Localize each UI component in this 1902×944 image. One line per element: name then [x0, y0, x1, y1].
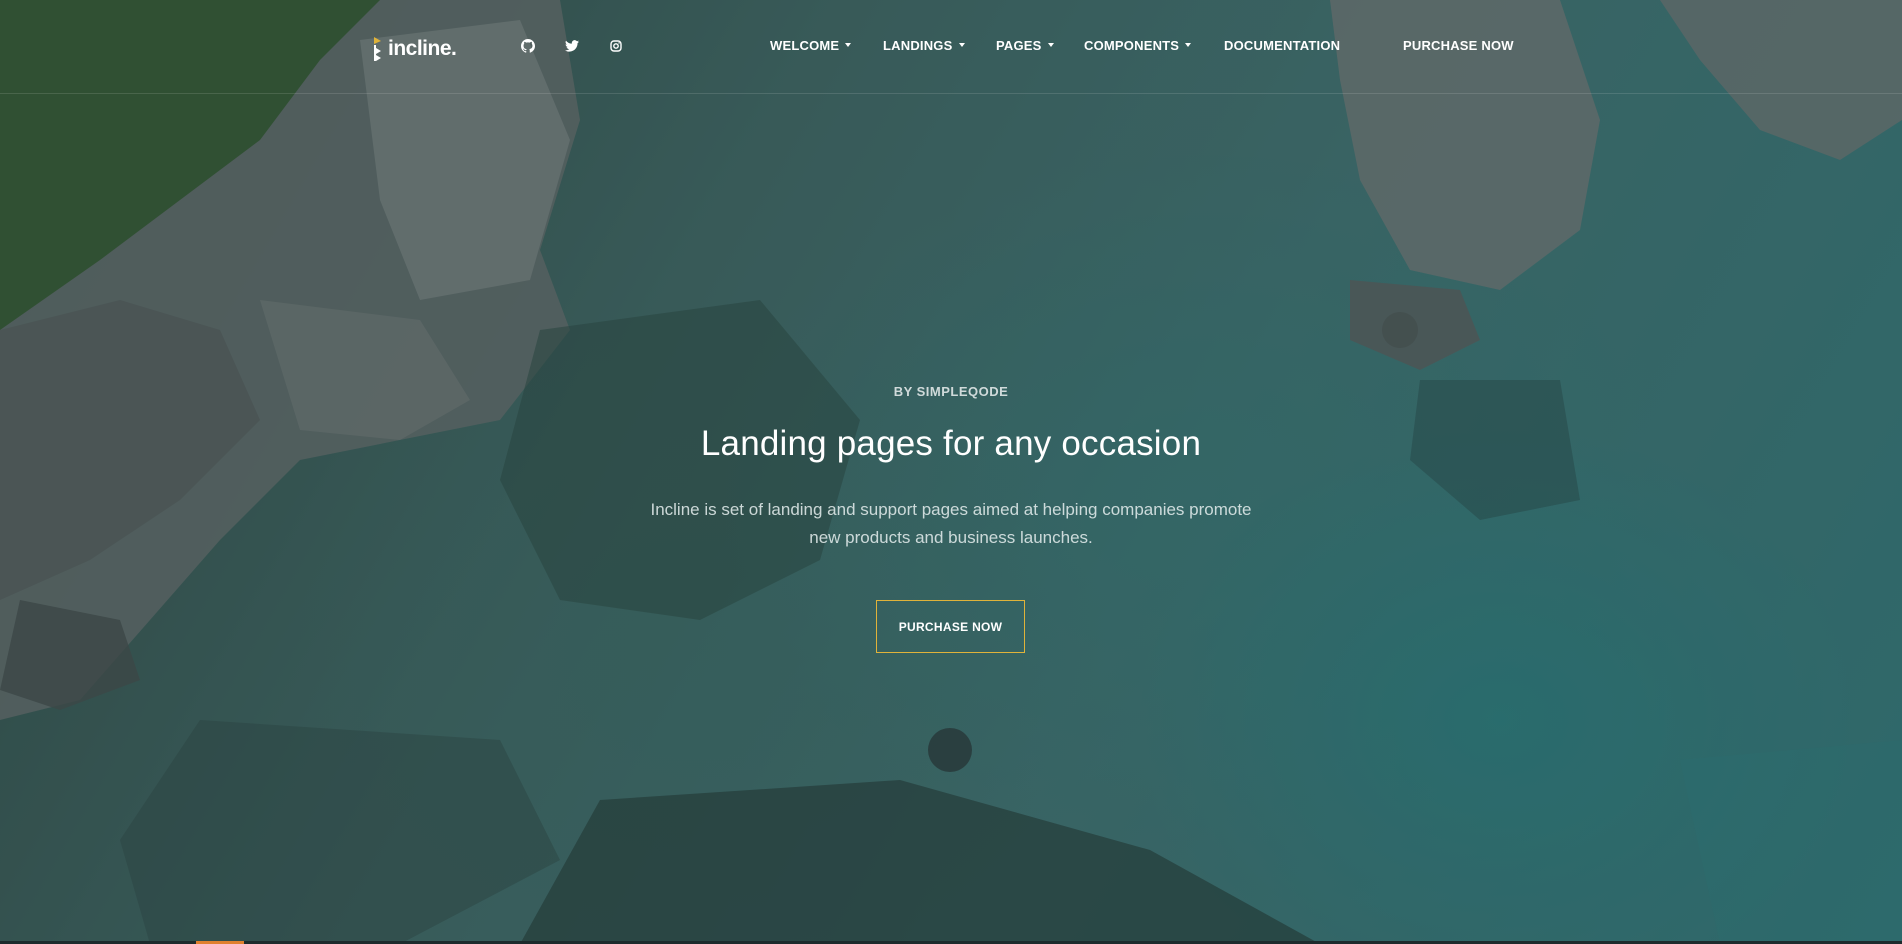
hero-lead: Incline is set of landing and support pa…	[611, 496, 1291, 552]
hero-eyebrow: BY SIMPLEQODE	[893, 384, 1009, 399]
purchase-now-button[interactable]: PURCHASE NOW	[876, 600, 1025, 653]
hero-lead-line-1: Incline is set of landing and support pa…	[650, 500, 1252, 519]
hero-section: BY SIMPLEQODE Landing pages for any occa…	[0, 0, 1902, 944]
hero-lead-line-2: new products and business launches.	[809, 528, 1093, 547]
hero-headline: Landing pages for any occasion	[700, 424, 1202, 463]
